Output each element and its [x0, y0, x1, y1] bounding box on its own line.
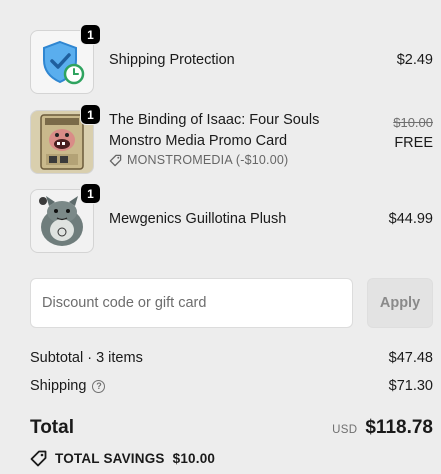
discount-code-input[interactable] — [30, 278, 353, 328]
original-price: $10.00 — [393, 115, 433, 130]
quantity-badge: 1 — [80, 183, 101, 204]
total-label: Total — [30, 417, 74, 438]
plush-cat-image — [39, 196, 83, 246]
quantity-badge: 1 — [80, 24, 101, 45]
apply-discount-button[interactable]: Apply — [367, 278, 433, 328]
line-item-guillotina-plush: 1 Mewgenics Guillotina Plush $44.99 — [30, 183, 433, 253]
item-price: $44.99 — [388, 211, 433, 227]
savings-value: $10.00 — [172, 451, 216, 466]
monstro-card-image — [40, 114, 84, 170]
shipping-value: $71.30 — [388, 378, 433, 394]
total-savings: TOTAL SAVINGS $10.00 — [30, 450, 215, 467]
line-item-monstro-card: 1 The Binding of Isaac: Four Souls Monst… — [30, 104, 433, 174]
item-thumbnail: 1 — [30, 183, 101, 253]
item-thumbnail: 1 — [30, 24, 101, 94]
item-price: FREE — [394, 135, 433, 151]
subtotal-label: Subtotal · 3 items — [30, 350, 143, 366]
quantity-badge: 1 — [80, 104, 101, 125]
item-price: $2.49 — [396, 52, 433, 68]
applied-discount: MONSTROMEDIA (-$10.00) — [109, 153, 393, 167]
question-circle-icon[interactable]: ? — [92, 379, 106, 393]
shipping-label: Shipping — [30, 378, 87, 394]
tag-icon — [109, 154, 122, 166]
discount-code-label: MONSTROMEDIA (-$10.00) — [127, 153, 289, 167]
item-name: Shipping Protection — [109, 52, 235, 68]
item-name: Mewgenics Guillotina Plush — [109, 211, 287, 227]
item-name: The Binding of Isaac: Four Souls Monstro… — [109, 112, 320, 149]
line-item-shipping-protection: 1 Shipping Protection $2.49 — [30, 24, 433, 94]
subtotal-value: $47.48 — [388, 350, 433, 366]
currency-code: USD — [332, 424, 358, 436]
tag-icon — [30, 450, 47, 467]
shipping-row: Shipping? $71.30 — [30, 378, 433, 394]
discount-row: Apply — [30, 278, 433, 328]
subtotal-row: Subtotal · 3 items $47.48 — [30, 350, 433, 366]
total-value: $118.78 — [365, 417, 433, 438]
item-thumbnail: 1 — [30, 104, 101, 174]
total-row: Total USD $118.78 — [30, 417, 433, 439]
shield-clock-icon — [43, 40, 85, 85]
savings-label: TOTAL SAVINGS — [55, 451, 165, 466]
